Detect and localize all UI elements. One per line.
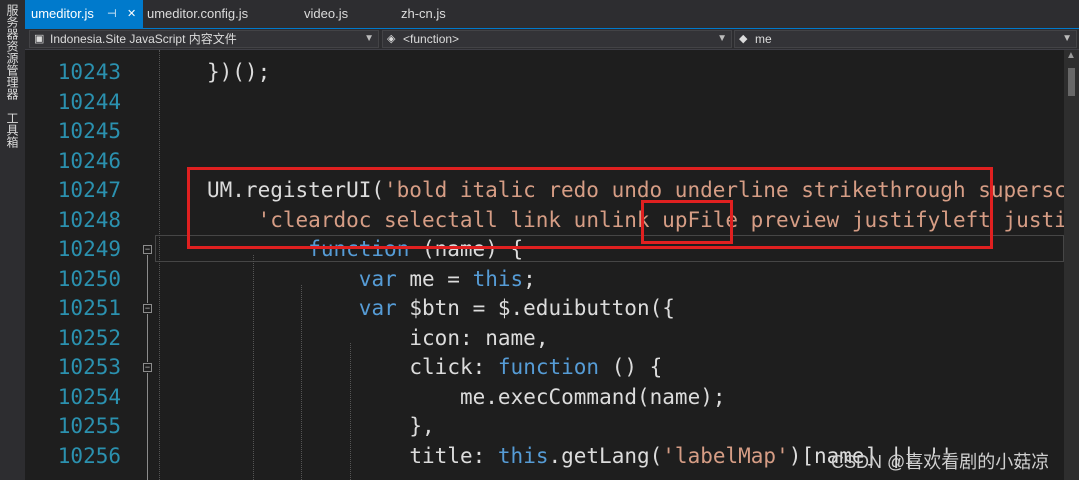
document-tab-bar: umeditor.js ⊣ ✕ umeditor.config.js video… <box>25 0 1079 30</box>
chevron-down-icon: ▼ <box>1062 33 1072 44</box>
fold-guide <box>147 373 148 480</box>
variable-icon: ◆ <box>739 33 748 45</box>
code-line: me.execCommand(name); <box>460 383 726 413</box>
code-token: ; <box>523 266 536 291</box>
code-token: this <box>497 443 549 468</box>
vertical-scrollbar[interactable]: ▲ <box>1064 50 1079 480</box>
line-number: 10250 <box>57 266 121 291</box>
line-number: 10254 <box>57 384 121 409</box>
fold-guide <box>147 255 148 303</box>
fold-guide <box>147 314 148 362</box>
code-line: click: function () { <box>409 353 662 383</box>
tab-umeditor-config-js[interactable]: umeditor.config.js <box>141 0 299 28</box>
code-token: this <box>472 266 524 291</box>
fold-toggle-icon[interactable]: − <box>143 363 152 372</box>
code-token: var <box>358 266 397 291</box>
project-dropdown-value: Indonesia.Site JavaScript 内容文件 <box>50 32 237 46</box>
fold-toggle-icon[interactable]: − <box>143 304 152 313</box>
line-number: 10245 <box>57 119 121 143</box>
code-token: .getLang( <box>548 443 663 468</box>
line-number: 10243 <box>57 60 121 84</box>
tab-video-js[interactable]: video.js <box>298 0 396 28</box>
toolbox-tab[interactable]: 工具箱 <box>4 112 21 148</box>
indent-guide <box>253 255 254 480</box>
server-explorer-tab[interactable]: 服务器资源管理器 <box>4 4 21 100</box>
code-token: $btn = $.eduibutton({ <box>396 296 675 320</box>
line-number: 10249 <box>57 237 121 261</box>
tab-umeditor-js[interactable]: umeditor.js ⊣ ✕ <box>25 0 143 28</box>
line-number: 10252 <box>57 325 121 350</box>
code-token: }, <box>409 414 435 438</box>
watermark: CSDN @喜欢看剧的小菇凉 <box>831 452 1050 472</box>
line-number: 10253 <box>57 355 121 379</box>
indent-guide <box>301 285 302 480</box>
line-number: 10251 <box>57 296 121 320</box>
code-line: }, <box>409 412 434 442</box>
line-number: 10244 <box>57 89 121 114</box>
code-token: click: <box>409 355 498 379</box>
line-number: 10246 <box>57 148 121 173</box>
scrollbar-thumb[interactable] <box>1068 68 1075 96</box>
code-token: function <box>497 355 600 379</box>
indent-guide <box>159 50 160 480</box>
code-token: 'labelMap' <box>662 443 789 468</box>
code-token: title: <box>409 443 498 468</box>
chevron-down-icon: ▼ <box>364 33 374 44</box>
navigation-bar: ▣ Indonesia.Site JavaScript 内容文件 ▼ ◈ <fu… <box>25 29 1079 50</box>
code-line: })(); <box>207 58 270 88</box>
project-dropdown[interactable]: ▣ Indonesia.Site JavaScript 内容文件 ▼ <box>29 30 379 48</box>
file-icon: ▣ <box>34 33 45 45</box>
scroll-up-icon[interactable]: ▲ <box>1066 50 1076 61</box>
scope-dropdown-value: <function> <box>403 32 460 46</box>
code-token: me = <box>396 266 473 291</box>
side-toolwindow-strip: 服务器资源管理器 工具箱 <box>0 0 26 480</box>
code-token: })(); <box>207 60 271 84</box>
pin-icon[interactable]: ⊣ <box>107 0 117 28</box>
code-token: me.execCommand(name); <box>460 384 726 409</box>
scope-dropdown[interactable]: ◈ <function> ▼ <box>382 30 732 48</box>
tab-zh-cn-js[interactable]: zh-cn.js <box>395 0 493 28</box>
tab-label: umeditor.js <box>31 6 94 21</box>
code-token: var <box>358 296 397 320</box>
tab-label: zh-cn.js <box>401 6 446 21</box>
code-token: icon: name, <box>409 325 549 350</box>
member-dropdown[interactable]: ◆ me ▼ <box>734 30 1077 48</box>
close-icon[interactable]: ✕ <box>127 0 136 28</box>
code-line: var me = this; <box>359 265 536 295</box>
line-number: 10247 <box>57 178 121 202</box>
line-number: 10248 <box>57 207 121 232</box>
code-editor[interactable]: 10243 10244 10245 10246 10247 10248 10249 10250… <box>25 50 1064 480</box>
tab-label: umeditor.config.js <box>147 6 249 21</box>
code-line: icon: name, <box>409 324 548 354</box>
annotation-box-registerui <box>187 167 993 249</box>
annotation-box-upfile <box>641 200 733 244</box>
function-icon: ◈ <box>387 33 396 45</box>
member-dropdown-value: me <box>755 32 772 46</box>
fold-toggle-icon[interactable]: − <box>143 245 152 254</box>
code-token: () { <box>599 355 663 379</box>
chevron-down-icon: ▼ <box>717 33 727 44</box>
tab-label: video.js <box>304 6 349 21</box>
line-number: 10256 <box>57 443 121 468</box>
indent-guide <box>350 343 351 480</box>
code-line: var $btn = $.eduibutton({ <box>359 294 675 324</box>
line-number: 10255 <box>57 414 121 438</box>
